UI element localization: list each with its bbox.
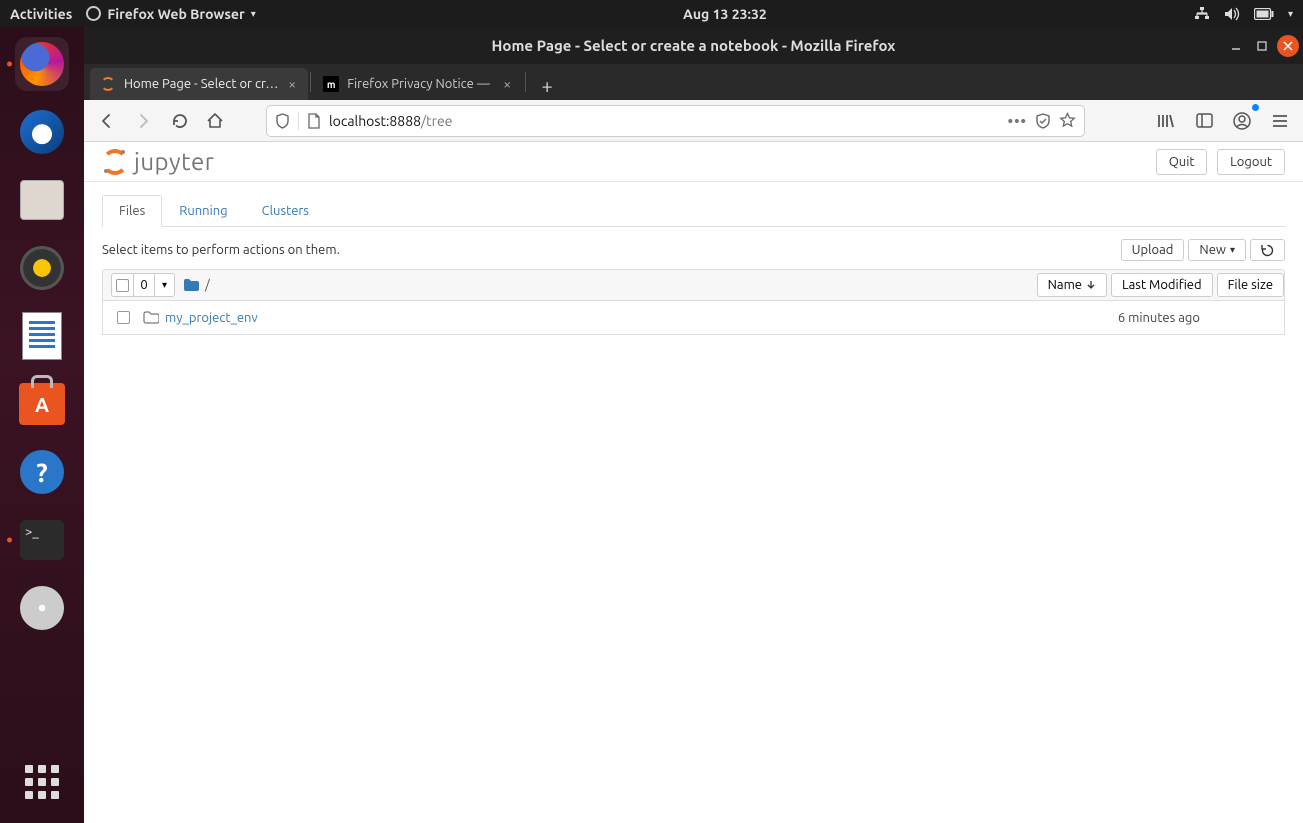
folder-icon: [183, 278, 199, 292]
appmenu[interactable]: Firefox Web Browser ▾: [86, 6, 255, 22]
shield-icon[interactable]: [275, 113, 290, 129]
folder-outline-icon: [143, 311, 165, 324]
page-actions-icon[interactable]: •••: [1008, 112, 1027, 129]
tab-firefox-privacy[interactable]: m Firefox Privacy Notice — ×: [313, 68, 523, 100]
file-modified: 6 minutes ago: [1044, 311, 1214, 325]
battery-icon[interactable]: [1254, 8, 1274, 20]
dock-help[interactable]: ?: [15, 445, 69, 499]
url-bar[interactable]: localhost:8888/tree •••: [266, 105, 1085, 137]
window-close-button[interactable]: [1277, 35, 1299, 57]
select-dropdown[interactable]: ▾: [154, 274, 174, 296]
tab-title: Home Page - Select or cr…: [124, 77, 278, 91]
nav-back-button[interactable]: [92, 106, 122, 136]
nav-reload-button[interactable]: [164, 106, 194, 136]
dock-show-apps[interactable]: [15, 755, 69, 809]
window-maximize-button[interactable]: [1251, 35, 1273, 57]
system-menu-chevron-icon[interactable]: ▾: [1288, 8, 1293, 20]
firefox-window: Home Page - Select or create a notebook …: [84, 27, 1303, 802]
account-icon[interactable]: [1227, 106, 1257, 136]
dock-writer[interactable]: [15, 309, 69, 363]
mozilla-favicon-icon: m: [323, 76, 339, 92]
nav-forward-button[interactable]: [128, 106, 158, 136]
jupyter-header: jupyter Quit Logout: [84, 142, 1303, 182]
sidebar-icon[interactable]: [1189, 106, 1219, 136]
tab-jupyter-home[interactable]: Home Page - Select or cr… ×: [90, 68, 308, 100]
gnome-topbar: Activities Firefox Web Browser ▾ Aug 13 …: [0, 0, 1303, 27]
jupyter-page: jupyter Quit Logout Files Running Cluste…: [84, 142, 1303, 802]
breadcrumb-root: /: [205, 278, 210, 292]
nav-home-button[interactable]: [200, 106, 230, 136]
chevron-down-icon: ▾: [251, 8, 256, 20]
selected-count: 0: [134, 278, 154, 292]
dock-firefox[interactable]: [15, 37, 69, 91]
activities-button[interactable]: Activities: [10, 6, 72, 22]
reader-shield-icon[interactable]: [1035, 113, 1051, 129]
firefox-icon: [20, 42, 64, 86]
breadcrumb[interactable]: /: [183, 278, 210, 292]
files-icon: [20, 180, 64, 220]
upload-button[interactable]: Upload: [1121, 239, 1185, 261]
thunderbird-icon: [20, 110, 64, 154]
jupyter-tabs: Files Running Clusters: [102, 194, 1285, 227]
ubuntu-dock: ? >_: [0, 27, 84, 823]
jupyter-logo[interactable]: jupyter: [102, 148, 214, 175]
firefox-ring-icon: [86, 6, 101, 21]
logout-button[interactable]: Logout: [1217, 149, 1285, 175]
url-text: localhost:8888/tree: [329, 113, 1000, 129]
library-icon[interactable]: [1151, 106, 1181, 136]
hamburger-menu-icon[interactable]: [1265, 106, 1295, 136]
file-row[interactable]: my_project_env 6 minutes ago: [102, 301, 1285, 335]
new-tab-button[interactable]: +: [532, 70, 562, 100]
tab-files[interactable]: Files: [102, 195, 162, 227]
select-all-control[interactable]: 0 ▾: [111, 273, 175, 297]
jupyter-favicon-icon: [100, 76, 116, 92]
bookmark-star-icon[interactable]: [1059, 112, 1076, 129]
new-button[interactable]: New▾: [1188, 239, 1246, 261]
jupyter-logo-text: jupyter: [134, 148, 214, 175]
caret-down-icon: ▾: [1230, 244, 1235, 256]
dock-disk[interactable]: [15, 581, 69, 635]
tab-separator: [525, 72, 526, 92]
volume-icon[interactable]: [1224, 7, 1240, 21]
dock-rhythmbox[interactable]: [15, 241, 69, 295]
file-name-link[interactable]: my_project_env: [165, 311, 1044, 325]
browser-toolbar: localhost:8888/tree •••: [84, 100, 1303, 142]
appmenu-label: Firefox Web Browser: [107, 6, 244, 22]
tab-close-button[interactable]: ×: [501, 76, 513, 92]
tab-title: Firefox Privacy Notice —: [347, 77, 493, 91]
dock-software[interactable]: [15, 377, 69, 431]
tab-strip: Home Page - Select or cr… × m Firefox Pr…: [84, 64, 1303, 100]
quit-button[interactable]: Quit: [1156, 149, 1208, 175]
shopping-bag-icon: [19, 383, 65, 425]
arrow-down-icon: [1086, 280, 1096, 290]
speaker-icon: [20, 246, 64, 290]
tab-running[interactable]: Running: [162, 195, 244, 227]
dock-thunderbird[interactable]: [15, 105, 69, 159]
sort-name[interactable]: Name: [1037, 273, 1107, 297]
page-info-icon[interactable]: [307, 113, 321, 129]
tab-clusters[interactable]: Clusters: [245, 195, 326, 227]
window-titlebar: Home Page - Select or create a notebook …: [84, 27, 1303, 64]
tab-close-button[interactable]: ×: [286, 76, 298, 92]
window-title: Home Page - Select or create a notebook …: [492, 37, 896, 54]
sort-modified[interactable]: Last Modified: [1111, 273, 1213, 297]
window-minimize-button[interactable]: [1225, 35, 1247, 57]
refresh-button[interactable]: [1250, 239, 1285, 261]
document-icon: [22, 312, 62, 360]
tab-separator: [310, 72, 311, 92]
help-icon: ?: [20, 450, 64, 494]
jupyter-logo-icon: [102, 149, 128, 175]
terminal-icon: >_: [20, 520, 64, 560]
action-hint: Select items to perform actions on them.: [102, 243, 340, 257]
grid-icon: [25, 765, 59, 799]
network-icon[interactable]: [1194, 7, 1210, 21]
dock-terminal[interactable]: >_: [15, 513, 69, 567]
row-checkbox[interactable]: [117, 311, 130, 324]
select-all-checkbox[interactable]: [116, 279, 129, 292]
dock-files[interactable]: [15, 173, 69, 227]
sort-size[interactable]: File size: [1217, 273, 1284, 297]
file-list-header: 0 ▾ / Name Last Modified File size: [102, 269, 1285, 301]
disc-icon: [20, 586, 64, 630]
clock[interactable]: Aug 13 23:32: [683, 6, 767, 22]
